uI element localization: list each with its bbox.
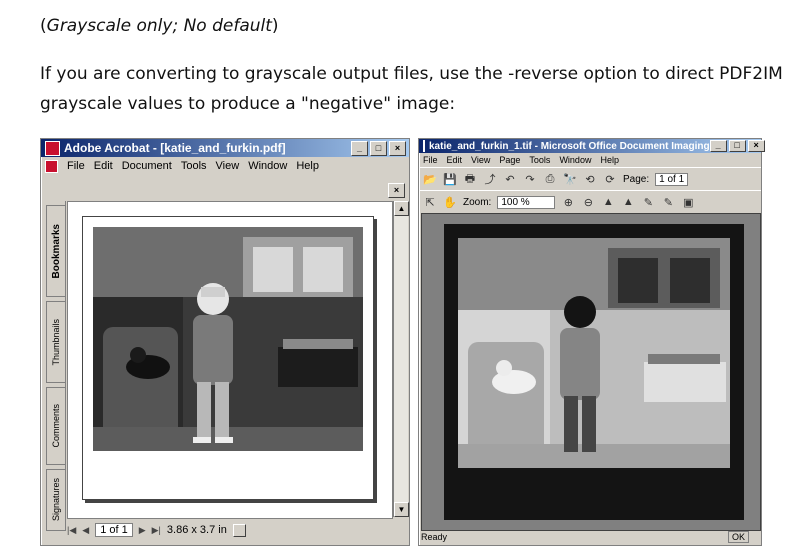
doc-close-button[interactable]: × bbox=[388, 183, 405, 198]
imaging-close-button[interactable]: × bbox=[747, 140, 765, 152]
open-icon[interactable]: 📂 bbox=[423, 172, 437, 186]
acrobat-title: Adobe Acrobat - [katie_and_furkin.pdf] bbox=[64, 141, 286, 155]
zoom-out-icon[interactable]: ⊖ bbox=[581, 195, 595, 209]
acrobat-app-icon bbox=[45, 140, 60, 156]
tab-signatures-label: Signatures bbox=[51, 478, 61, 522]
menu-window[interactable]: Window bbox=[559, 155, 591, 165]
acrobat-statusbar: |◀ ◀ 1 of 1 ▶ ▶| 3.86 x 3.7 in bbox=[67, 521, 407, 539]
body-paragraph-line-2: grayscale values to produce a "negative"… bbox=[40, 94, 456, 114]
menu-document[interactable]: Document bbox=[122, 160, 172, 172]
zoom-label: Zoom: bbox=[463, 196, 492, 208]
imaging-toolbar-1: 📂 💾 🖶 ⤴ ↶ ↷ ⎙ 🔭 ⟲ ⟳ Page: 1 of 1 bbox=[419, 167, 761, 190]
menu-page[interactable]: Page bbox=[499, 155, 520, 165]
imaging-toolbar-2: ⇱ ✋ Zoom: 100 % ⊕ ⊖ ▲ ▲ ✎ ✎ ▣ bbox=[419, 190, 761, 213]
menu-help[interactable]: Help bbox=[296, 160, 319, 172]
close-button[interactable]: × bbox=[389, 140, 406, 156]
status-text: Ready bbox=[421, 532, 448, 542]
vertical-scrollbar[interactable]: ▲ ▼ bbox=[393, 201, 409, 517]
pdf-page bbox=[82, 216, 374, 500]
redo-icon[interactable]: ↷ bbox=[523, 172, 537, 186]
tab-bookmarks[interactable]: Bookmarks bbox=[46, 205, 66, 297]
send-icon[interactable]: ⤴ bbox=[483, 172, 497, 186]
menu-help[interactable]: Help bbox=[600, 155, 619, 165]
scan-icon[interactable]: ⎙ bbox=[543, 172, 557, 186]
annotation-icon[interactable]: ▲ bbox=[601, 195, 615, 209]
menu-window[interactable]: Window bbox=[248, 160, 287, 172]
negative-image-frame bbox=[444, 224, 744, 520]
page-layout-icon[interactable] bbox=[232, 523, 246, 537]
tab-thumbnails-label: Thumbnails bbox=[51, 318, 61, 366]
status-ok: OK bbox=[727, 531, 749, 543]
zoom-in-icon[interactable]: ⊕ bbox=[561, 195, 575, 209]
next-page-icon[interactable]: ▶ bbox=[139, 525, 146, 536]
imaging-window: katie_and_furkin_1.tif - Microsoft Offic… bbox=[418, 138, 765, 546]
imaging-maximize-button[interactable]: □ bbox=[728, 140, 746, 152]
highlight-icon[interactable]: ▲ bbox=[621, 195, 635, 209]
paren-open: ( bbox=[40, 16, 47, 36]
page-label: Page: bbox=[623, 173, 650, 185]
menu-tools[interactable]: Tools bbox=[181, 160, 207, 172]
page-size: 3.86 x 3.7 in bbox=[166, 524, 227, 536]
find-icon[interactable]: 🔭 bbox=[563, 172, 577, 186]
previous-page-icon[interactable]: ◀ bbox=[82, 525, 89, 536]
acrobat-titlebar: Adobe Acrobat - [katie_and_furkin.pdf] _… bbox=[41, 139, 409, 157]
highlighter-icon[interactable]: ✎ bbox=[661, 195, 675, 209]
tab-bookmarks-label: Bookmarks bbox=[50, 223, 62, 279]
pen-icon[interactable]: ✎ bbox=[641, 195, 655, 209]
pan-hand-icon[interactable]: ✋ bbox=[443, 195, 457, 209]
menu-file[interactable]: File bbox=[423, 155, 438, 165]
document-view bbox=[67, 201, 393, 519]
imaging-app-icon bbox=[423, 140, 425, 152]
page-input[interactable]: 1 of 1 bbox=[655, 172, 689, 186]
undo-icon[interactable]: ↶ bbox=[503, 172, 517, 186]
imaging-titlebar: katie_and_furkin_1.tif - Microsoft Offic… bbox=[419, 139, 765, 153]
text-box-icon[interactable]: ▣ bbox=[681, 195, 695, 209]
navigation-pane-tabs: Bookmarks Thumbnails Comments Signatures bbox=[45, 201, 66, 531]
tab-thumbnails[interactable]: Thumbnails bbox=[46, 301, 66, 383]
grayscale-photo bbox=[93, 227, 363, 451]
zoom-select[interactable]: 100 % bbox=[497, 195, 556, 209]
paren-close: ) bbox=[271, 16, 279, 36]
image-view bbox=[421, 213, 761, 531]
acrobat-window: Adobe Acrobat - [katie_and_furkin.pdf] _… bbox=[40, 138, 410, 546]
menu-tools[interactable]: Tools bbox=[529, 155, 550, 165]
tab-comments-label: Comments bbox=[51, 404, 61, 448]
option-note: (Grayscale only; No default) bbox=[40, 16, 279, 36]
tab-signatures[interactable]: Signatures bbox=[46, 469, 66, 531]
select-icon[interactable]: ⇱ bbox=[423, 195, 437, 209]
acrobat-menubar: File Edit Document Tools View Window Hel… bbox=[41, 157, 409, 175]
save-icon[interactable]: 💾 bbox=[443, 172, 457, 186]
option-note-italic: Grayscale only; No default bbox=[46, 16, 272, 36]
maximize-button[interactable]: □ bbox=[370, 140, 387, 156]
menu-file[interactable]: File bbox=[67, 160, 85, 172]
print-icon[interactable]: 🖶 bbox=[463, 172, 477, 186]
rotate-right-icon[interactable]: ⟳ bbox=[603, 172, 617, 186]
scroll-up-icon[interactable]: ▲ bbox=[394, 201, 409, 216]
imaging-menubar: File Edit View Page Tools Window Help bbox=[419, 153, 761, 167]
menu-view[interactable]: View bbox=[471, 155, 490, 165]
negative-photo bbox=[458, 238, 730, 468]
imaging-title: katie_and_furkin_1.tif - Microsoft Offic… bbox=[429, 140, 710, 152]
menu-view[interactable]: View bbox=[216, 160, 240, 172]
imaging-statusbar: Ready OK bbox=[421, 531, 759, 543]
page-indicator[interactable]: 1 of 1 bbox=[95, 523, 133, 537]
first-page-icon[interactable]: |◀ bbox=[67, 525, 76, 536]
imaging-minimize-button[interactable]: _ bbox=[709, 140, 727, 152]
body-paragraph-line-1: If you are converting to grayscale outpu… bbox=[40, 64, 783, 84]
last-page-icon[interactable]: ▶| bbox=[152, 525, 161, 536]
rotate-left-icon[interactable]: ⟲ bbox=[583, 172, 597, 186]
menu-edit[interactable]: Edit bbox=[94, 160, 113, 172]
scroll-down-icon[interactable]: ▼ bbox=[394, 502, 409, 517]
menu-edit[interactable]: Edit bbox=[447, 155, 463, 165]
document-icon bbox=[45, 159, 58, 173]
tab-comments[interactable]: Comments bbox=[46, 387, 66, 465]
minimize-button[interactable]: _ bbox=[351, 140, 368, 156]
